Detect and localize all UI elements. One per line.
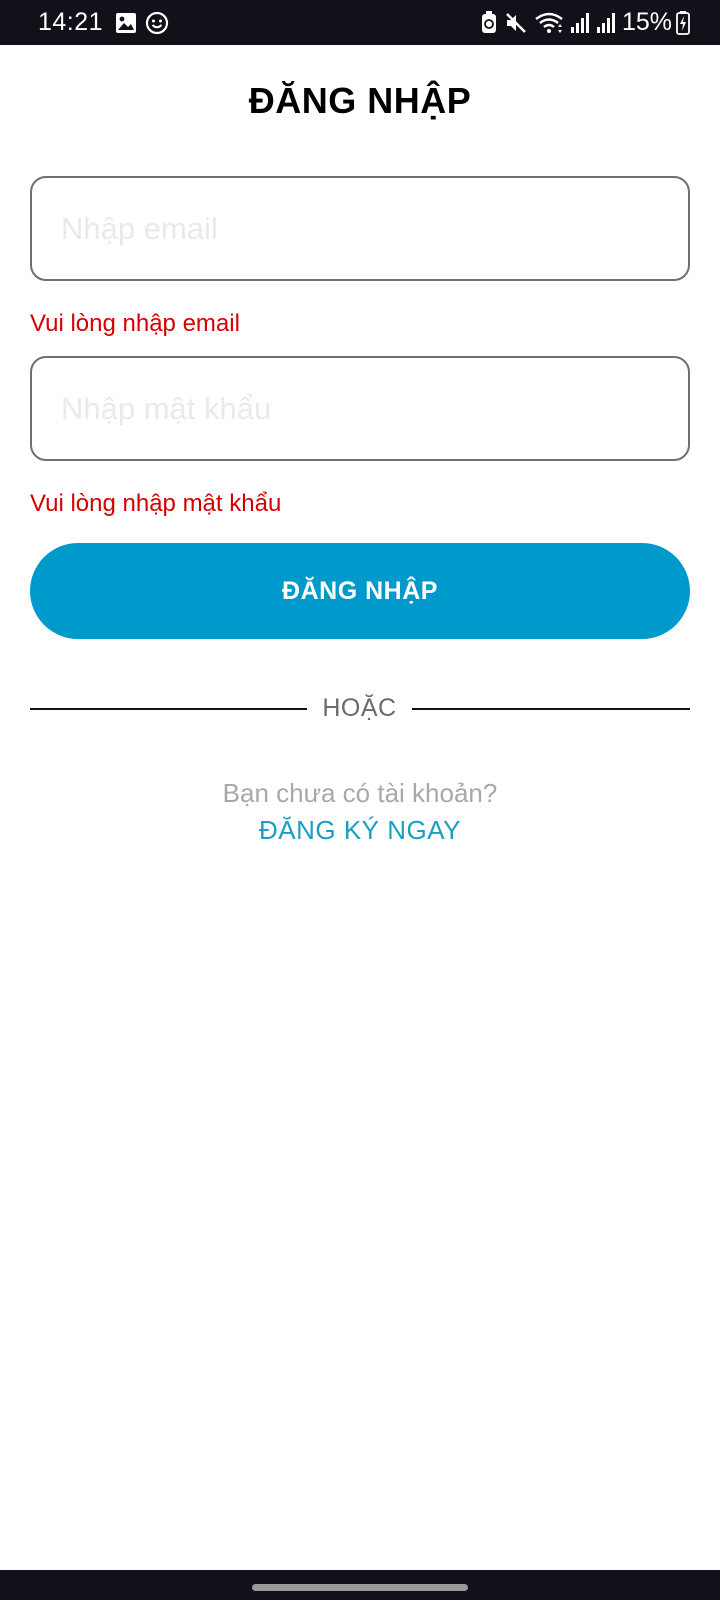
divider-line-right (412, 708, 690, 710)
signal-icon (596, 12, 616, 34)
divider-line-left (30, 708, 307, 710)
battery-charging-icon (676, 10, 690, 35)
home-gesture-handle[interactable] (252, 1584, 468, 1591)
battery-percent: 15% (621, 8, 672, 36)
password-field[interactable] (30, 356, 690, 461)
register-now-link[interactable]: ĐĂNG KÝ NGAY (0, 815, 720, 846)
page-title: ĐĂNG NHẬP (248, 80, 472, 121)
nfc-icon (480, 10, 498, 35)
status-time: 14:21 (38, 8, 104, 36)
status-bar: 14:21 15% (0, 0, 720, 45)
email-field[interactable] (30, 176, 690, 281)
signal-icon (570, 12, 590, 34)
wifi-icon (534, 11, 564, 35)
smiley-icon (145, 11, 169, 35)
email-input[interactable] (61, 210, 688, 247)
email-error-message: Vui lòng nhập email (30, 310, 240, 337)
password-input[interactable] (61, 390, 688, 427)
status-bar-right: 15% (480, 8, 696, 37)
password-error-message: Vui lòng nhập mật khẩu (30, 490, 282, 517)
status-bar-left: 14:21 (38, 8, 177, 37)
mute-icon (504, 11, 528, 35)
image-icon (115, 12, 137, 34)
login-button[interactable]: ĐĂNG NHẬP (30, 543, 690, 639)
divider-label: HOẶC (322, 694, 397, 722)
no-account-prompt: Bạn chưa có tài khoản? (222, 778, 498, 808)
